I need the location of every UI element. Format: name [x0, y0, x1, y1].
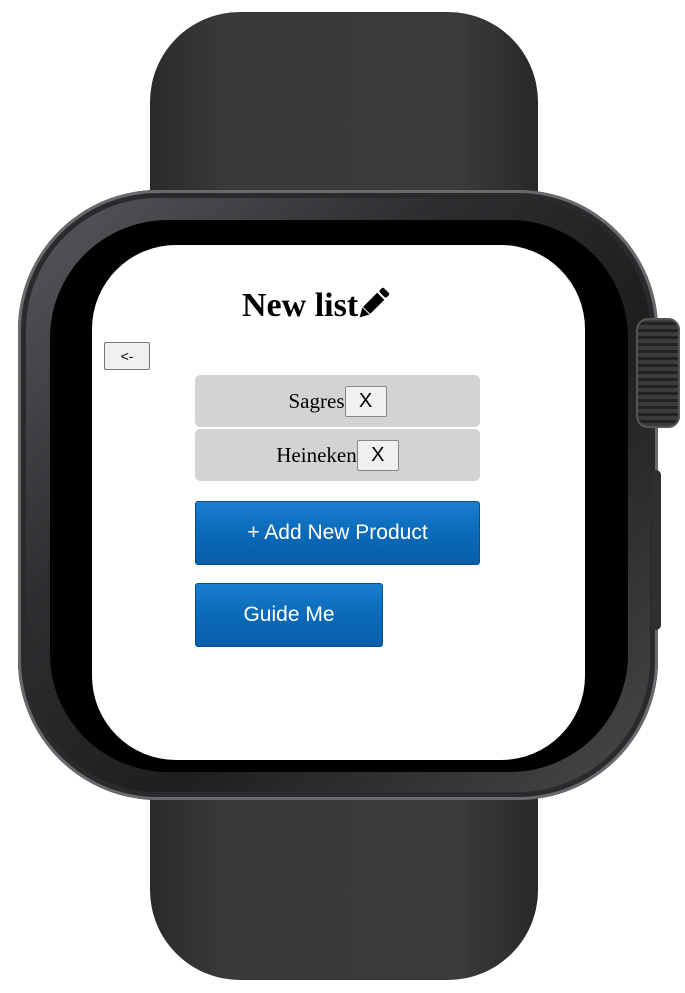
page-title: New list	[242, 283, 394, 325]
product-name: Sagres	[288, 388, 345, 413]
remove-product-button[interactable]: X	[356, 439, 399, 471]
product-name: Heineken	[276, 442, 357, 467]
guide-me-button[interactable]: Guide Me	[195, 583, 383, 647]
digital-crown	[636, 318, 680, 428]
watch-side-button	[651, 470, 661, 630]
pencil-icon[interactable]	[352, 283, 394, 325]
add-new-product-button[interactable]: + Add New Product	[195, 501, 480, 565]
product-list: Sagres X Heineken X	[195, 375, 480, 483]
remove-product-button[interactable]: X	[344, 385, 387, 417]
back-button[interactable]: <-	[104, 342, 150, 370]
list-item: Heineken X	[195, 429, 480, 481]
watch-screen: New list <- Sagres X Heineken X + Add Ne…	[92, 245, 585, 760]
page-title-text: New list	[242, 287, 359, 324]
list-item: Sagres X	[195, 375, 480, 427]
